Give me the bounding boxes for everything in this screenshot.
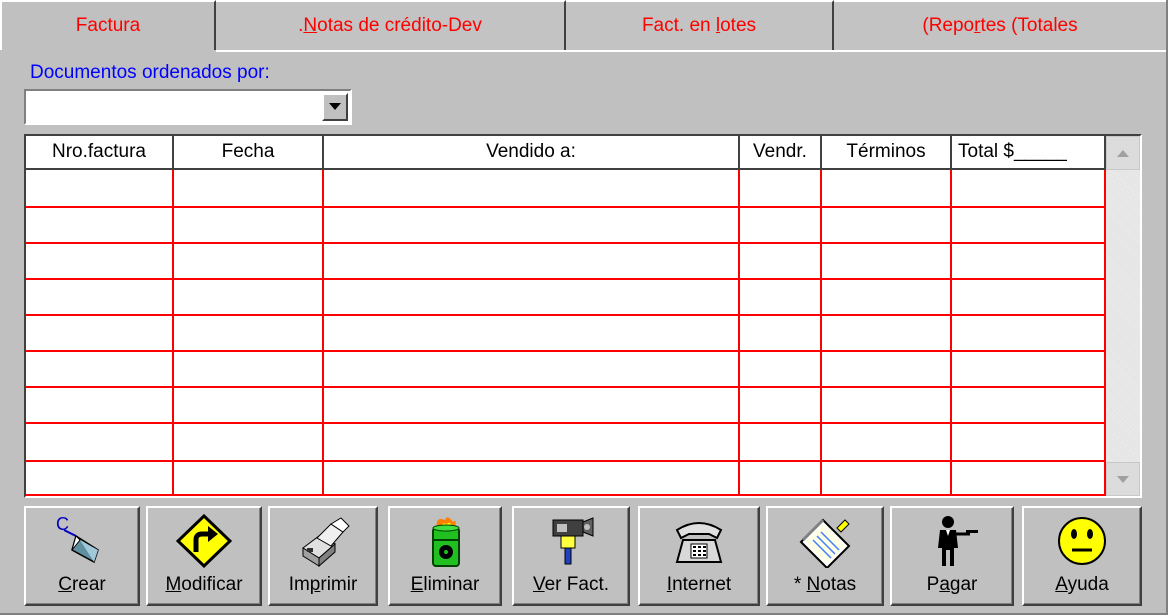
pagar-label: Pagar <box>926 574 978 595</box>
notepad-icon <box>799 518 851 568</box>
tab-factura[interactable]: Factura <box>0 0 216 50</box>
tab-notas-label: .Notas de crédito-Dev <box>298 15 482 36</box>
column-header-total[interactable]: Total $_____ <box>952 136 1106 170</box>
table-row[interactable] <box>26 460 1106 462</box>
camera-icon <box>552 517 594 565</box>
invoice-window: Factura .Notas de crédito-Dev Fact. en l… <box>0 0 1168 615</box>
column-line <box>738 170 740 496</box>
modificar-label: Modificar <box>165 574 243 595</box>
table-row[interactable] <box>26 386 1106 388</box>
ver-fact-button[interactable]: Ver Fact. <box>512 506 630 606</box>
ayuda-button[interactable]: Ayuda <box>1022 506 1142 606</box>
tab-factura-label: Factura <box>75 15 141 36</box>
notas-button[interactable]: * Notas <box>766 506 884 606</box>
column-header-vendedor[interactable]: Vendr. <box>740 136 822 170</box>
scroll-down-button[interactable] <box>1106 462 1140 496</box>
tab-divider <box>216 50 1166 52</box>
burning-barrel-icon <box>432 517 460 567</box>
imprimir-label: Imprimir <box>288 574 358 595</box>
eliminar-label: Eliminar <box>410 574 480 595</box>
column-header-nro-factura[interactable]: Nro.factura <box>26 136 174 170</box>
column-line <box>820 170 822 496</box>
pen-icon: C <box>56 514 99 564</box>
table-row[interactable] <box>26 350 1106 352</box>
column-line <box>172 170 174 496</box>
telephone-icon <box>675 522 723 563</box>
modificar-button[interactable]: Modificar <box>146 506 262 606</box>
smiley-icon <box>1058 517 1106 565</box>
chevron-down-icon <box>1117 475 1129 483</box>
tab-fact-lotes[interactable]: Fact. en lotes <box>566 0 834 50</box>
column-line <box>322 170 324 496</box>
ayuda-label: Ayuda <box>1055 574 1109 595</box>
pagar-button[interactable]: Pagar <box>890 506 1014 606</box>
table-row[interactable] <box>26 206 1106 208</box>
column-header-vendido-a[interactable]: Vendido a: <box>324 136 740 170</box>
printer-icon <box>302 517 350 568</box>
column-line <box>950 170 952 496</box>
ver-fact-label: Ver Fact. <box>532 574 610 595</box>
tab-lotes-label: Fact. en lotes <box>641 15 757 36</box>
dropdown-arrow-button[interactable] <box>322 93 348 121</box>
table-row[interactable] <box>26 278 1106 280</box>
sort-label: Documentos ordenados por: <box>30 62 270 83</box>
tab-reportes[interactable]: (Reportes (Totales <box>834 0 1166 50</box>
internet-label: Internet <box>666 574 732 595</box>
tab-notas-credito[interactable]: .Notas de crédito-Dev <box>216 0 566 50</box>
waiter-icon <box>938 516 978 566</box>
vertical-scrollbar[interactable] <box>1106 136 1140 496</box>
table-row[interactable] <box>26 314 1106 316</box>
column-header-fecha[interactable]: Fecha <box>174 136 324 170</box>
table-row[interactable] <box>26 422 1106 424</box>
chevron-down-icon <box>329 103 341 110</box>
internet-button[interactable]: Internet <box>638 506 760 606</box>
crear-button[interactable]: C Crear <box>24 506 140 606</box>
crear-label: Crear <box>58 574 106 595</box>
table-row[interactable] <box>26 242 1106 244</box>
eliminar-button[interactable]: Eliminar <box>388 506 502 606</box>
scroll-up-button[interactable] <box>1106 136 1140 170</box>
table-row[interactable] <box>26 494 1106 496</box>
sort-dropdown[interactable] <box>24 89 352 125</box>
notas-label: * Notas <box>793 574 857 595</box>
chevron-up-icon <box>1117 149 1129 157</box>
invoice-table[interactable]: Nro.factura Fecha Vendido a: Vendr. Térm… <box>24 134 1142 498</box>
imprimir-button[interactable]: Imprimir <box>268 506 378 606</box>
tab-reportes-label: (Reportes (Totales <box>922 15 1078 36</box>
column-header-terminos[interactable]: Términos <box>822 136 952 170</box>
turn-sign-icon <box>176 514 232 568</box>
